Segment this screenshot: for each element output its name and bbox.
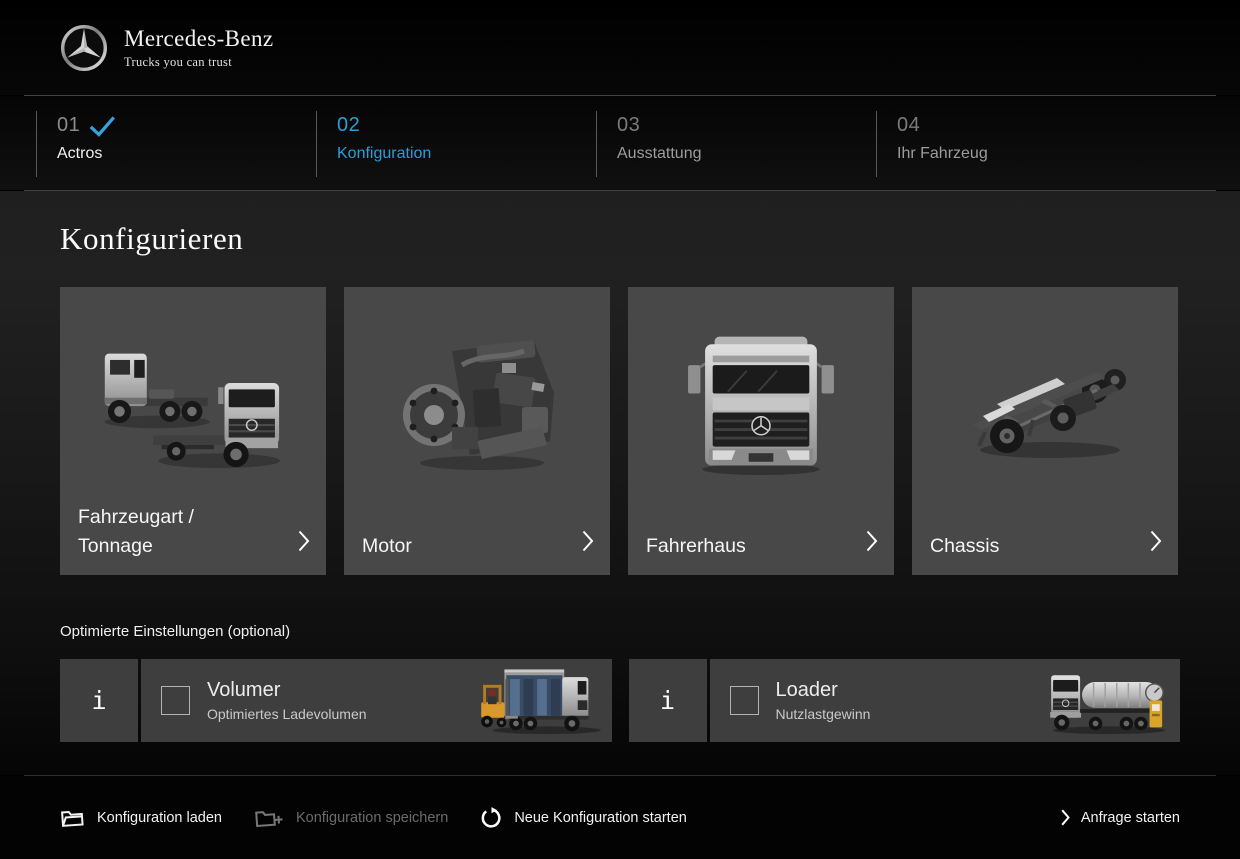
card-label: Chassis (930, 532, 999, 560)
card-label: Fahrerhaus (646, 532, 746, 560)
cab-front-image (628, 313, 894, 493)
loader-checkbox[interactable] (730, 686, 759, 715)
footer-bar: Konfiguration laden Konfiguration speich… (0, 776, 1240, 859)
step-number: 01 (57, 114, 80, 137)
restart-icon (480, 807, 502, 829)
step-label: Actros (57, 145, 316, 163)
volumer-checkbox[interactable] (161, 686, 190, 715)
option-row-loader: i Loader Nutzlastgewinn (629, 659, 1181, 742)
footer-item-label: Konfiguration speichern (296, 810, 448, 826)
app-header: Mercedes-Benz Trucks you can trust (0, 0, 1240, 95)
info-icon: i (660, 686, 675, 715)
option-subtitle: Nutzlastgewinn (776, 706, 871, 722)
volumer-info-button[interactable]: i (60, 659, 138, 742)
card-fahrzeugart-tonnage[interactable]: Fahrzeugart / Tonnage (60, 287, 326, 575)
new-configuration-button[interactable]: Neue Konfiguration starten (480, 807, 687, 829)
folder-add-icon (254, 807, 284, 828)
chevron-right-icon (1061, 809, 1070, 826)
main-content: Konfigurieren (0, 191, 1240, 775)
two-trucks-image (60, 313, 326, 493)
step-label: Ihr Fahrzeug (897, 145, 1156, 163)
save-configuration-button[interactable]: Konfiguration speichern (254, 807, 448, 828)
loader-info-button[interactable]: i (629, 659, 707, 742)
step-ihr-fahrzeug[interactable]: 04 Ihr Fahrzeug (876, 111, 1156, 177)
option-row-volumer: i Volumer Optimiertes Ladevolumen (60, 659, 612, 742)
info-icon: i (91, 686, 106, 715)
optional-options: i Volumer Optimiertes Ladevolumen (60, 659, 1180, 742)
step-number: 03 (617, 114, 640, 137)
chevron-right-icon (582, 530, 594, 560)
chevron-right-icon (1150, 530, 1162, 560)
step-konfiguration[interactable]: 02 Konfiguration (316, 111, 596, 177)
loader-texts: Loader Nutzlastgewinn (776, 679, 871, 722)
optional-section-heading: Optimierte Einstellungen (optional) (60, 623, 1180, 640)
tanker-truck-with-fuel-pump-image (1043, 659, 1178, 742)
brand-block: Mercedes-Benz Trucks you can trust (124, 26, 274, 70)
step-navigation: 01 Actros 02 Konfiguration 03 Ausstattun… (0, 96, 1240, 190)
mercedes-star-icon[interactable] (60, 24, 108, 72)
footer-item-label: Anfrage starten (1081, 810, 1180, 826)
step-number: 04 (897, 114, 920, 137)
step-ausstattung[interactable]: 03 Ausstattung (596, 111, 876, 177)
truck-with-forklift-image (475, 659, 610, 742)
configurator-page: Mercedes-Benz Trucks you can trust 01 Ac… (0, 0, 1240, 859)
step-number: 02 (337, 114, 360, 137)
page-title: Konfigurieren (60, 191, 1180, 257)
footer-item-label: Neue Konfiguration starten (514, 810, 687, 826)
card-label: Fahrzeugart / Tonnage (78, 503, 194, 560)
engine-image (344, 313, 610, 493)
step-actros[interactable]: 01 Actros (36, 111, 316, 177)
configuration-cards: Fahrzeugart / Tonnage (60, 287, 1180, 575)
chevron-right-icon (298, 530, 310, 560)
volumer-option[interactable]: Volumer Optimiertes Ladevolumen (141, 659, 612, 742)
footer-actions: Konfiguration laden Konfiguration speich… (60, 807, 687, 829)
loader-option[interactable]: Loader Nutzlastgewinn (710, 659, 1181, 742)
card-label: Motor (362, 532, 412, 560)
folder-icon (60, 807, 85, 828)
step-label: Ausstattung (617, 145, 876, 163)
chevron-right-icon (866, 530, 878, 560)
card-chassis[interactable]: Chassis (912, 287, 1178, 575)
option-subtitle: Optimiertes Ladevolumen (207, 706, 367, 722)
check-icon (89, 115, 116, 137)
volumer-texts: Volumer Optimiertes Ladevolumen (207, 679, 367, 722)
card-fahrerhaus[interactable]: Fahrerhaus (628, 287, 894, 575)
load-configuration-button[interactable]: Konfiguration laden (60, 807, 222, 828)
card-motor[interactable]: Motor (344, 287, 610, 575)
brand-tagline: Trucks you can trust (124, 55, 274, 70)
option-title: Loader (776, 679, 871, 702)
step-label: Konfiguration (337, 145, 596, 163)
brand-name: Mercedes-Benz (124, 26, 274, 52)
option-title: Volumer (207, 679, 367, 702)
footer-item-label: Konfiguration laden (97, 810, 222, 826)
chassis-frame-image (912, 313, 1178, 493)
start-request-button[interactable]: Anfrage starten (1061, 809, 1180, 826)
